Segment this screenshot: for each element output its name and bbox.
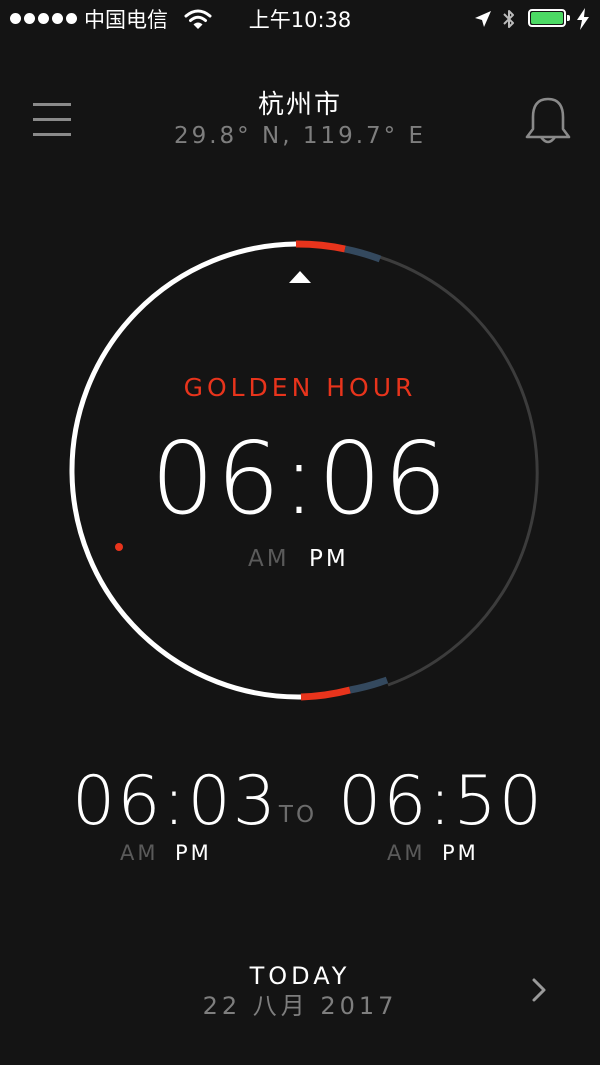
coordinates: 29.8° N, 119.7° E bbox=[173, 123, 427, 149]
range-start-am[interactable]: AM bbox=[120, 839, 158, 867]
dial-blue-hour-arc-bottom bbox=[349, 676, 389, 694]
day-label: TODAY bbox=[249, 962, 351, 990]
charging-bolt-icon bbox=[577, 8, 589, 30]
battery-icon bbox=[528, 9, 570, 27]
current-time: 06:06 bbox=[150, 420, 450, 537]
current-pm-toggle[interactable]: PM bbox=[309, 544, 349, 574]
dial-golden-hour-arc-top bbox=[295, 240, 346, 253]
date-label: 22 八月 2017 bbox=[202, 992, 398, 1020]
range-end-time: 06:50 bbox=[338, 762, 544, 841]
range-end-pm[interactable]: PM bbox=[442, 839, 479, 867]
bell-icon[interactable] bbox=[522, 96, 574, 146]
dial-blue-hour-arc-top bbox=[344, 245, 382, 263]
dial-pointer-icon bbox=[289, 271, 311, 283]
status-bar: 中国电信 上午10:38 bbox=[0, 0, 600, 40]
phase-label: GOLDEN HOUR bbox=[183, 373, 417, 402]
dial-golden-hour-arc-bottom bbox=[300, 686, 351, 701]
current-am-toggle[interactable]: AM bbox=[248, 544, 290, 574]
range-connector: TO bbox=[278, 802, 318, 828]
current-position-dot bbox=[115, 543, 123, 551]
bluetooth-icon bbox=[503, 10, 514, 28]
city-name: 杭州市 bbox=[257, 90, 342, 120]
range-start-pm[interactable]: PM bbox=[175, 839, 212, 867]
chevron-right-icon[interactable] bbox=[524, 970, 556, 1010]
range-start-time: 06:03 bbox=[72, 762, 278, 841]
range-end-am[interactable]: AM bbox=[387, 839, 425, 867]
location-arrow-icon bbox=[475, 11, 491, 27]
